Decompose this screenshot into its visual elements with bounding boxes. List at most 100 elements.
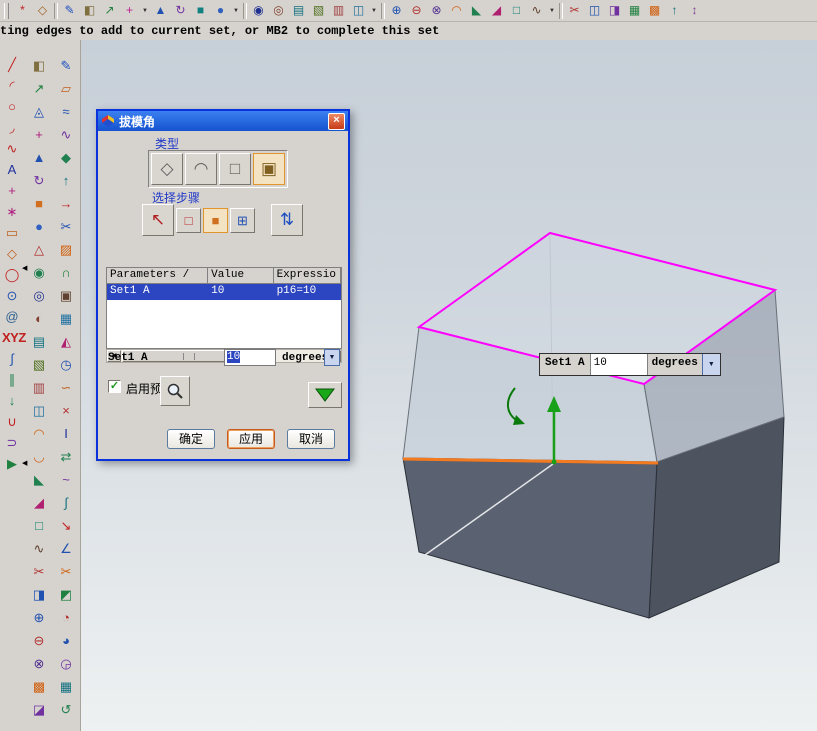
- curvature-icon[interactable]: ◕: [56, 629, 76, 652]
- datum-plane-icon[interactable]: ◧: [29, 54, 49, 77]
- match-edge-icon[interactable]: ⇄: [56, 445, 76, 468]
- offset-surface-icon[interactable]: ↑: [56, 169, 76, 192]
- extrude-icon[interactable]: ▲: [29, 146, 49, 169]
- trim-icon[interactable]: ✂: [29, 560, 49, 583]
- toolbar-collapse-icon[interactable]: ◀: [22, 460, 27, 467]
- datum-plane-icon[interactable]: ◧: [81, 2, 98, 19]
- sew-icon[interactable]: ▩: [29, 675, 49, 698]
- thicken-icon[interactable]: ▣: [56, 284, 76, 307]
- intersect-icon[interactable]: ⊗: [29, 652, 49, 675]
- instance-array-icon[interactable]: ▦: [626, 2, 643, 19]
- pocket-icon[interactable]: ▤: [29, 330, 49, 353]
- dropdown-arrow-icon[interactable]: ▼: [370, 8, 378, 14]
- fair-surface-icon[interactable]: ∫: [56, 491, 76, 514]
- refresh-icon[interactable]: ↺: [56, 698, 76, 721]
- point-set-icon[interactable]: ∗: [2, 201, 22, 222]
- dialog-titlebar[interactable]: 拔模角 ×: [98, 111, 348, 131]
- trim-body-icon[interactable]: ✂: [566, 2, 583, 19]
- pocket-icon[interactable]: ▤: [290, 2, 307, 19]
- face-blend-icon[interactable]: ◡: [29, 445, 49, 468]
- bridge-surface-icon[interactable]: ∩: [56, 261, 76, 284]
- chamfer-icon[interactable]: ◣: [29, 468, 49, 491]
- toolbar-collapse-icon[interactable]: ◀: [22, 265, 27, 272]
- block-icon[interactable]: ■: [192, 2, 209, 19]
- unite-icon[interactable]: ⊕: [388, 2, 405, 19]
- wrap-icon[interactable]: ◷: [56, 353, 76, 376]
- cancel-button[interactable]: 取消: [287, 429, 335, 449]
- point-feature-icon[interactable]: +: [29, 123, 49, 146]
- through-curves-icon[interactable]: ≈: [56, 100, 76, 123]
- revolve-icon[interactable]: ↻: [29, 169, 49, 192]
- onscreen-angle-input[interactable]: 10: [590, 354, 648, 375]
- datum-csys-icon[interactable]: ◬: [29, 100, 49, 123]
- ellipse-icon[interactable]: ◯: [2, 264, 22, 285]
- shell-icon[interactable]: □: [29, 514, 49, 537]
- dropdown-arrow-icon[interactable]: ▼: [141, 8, 149, 14]
- csys-icon[interactable]: XYZ: [2, 327, 26, 348]
- toolbar-grip[interactable]: [4, 2, 9, 19]
- draft-to-parting-edge-icon[interactable]: ▣: [253, 153, 285, 185]
- block-icon[interactable]: ■: [29, 192, 49, 215]
- draft-icon[interactable]: ◢: [29, 491, 49, 514]
- parameters-table[interactable]: Parameters / Value Expressio Set1 A 10 p…: [106, 267, 342, 349]
- cylinder-icon[interactable]: ●: [212, 2, 229, 19]
- pad-icon[interactable]: ▧: [310, 2, 327, 19]
- sphere-icon[interactable]: ◉: [29, 261, 49, 284]
- subtract-icon[interactable]: ⊖: [408, 2, 425, 19]
- grid-analysis-icon[interactable]: ▦: [56, 675, 76, 698]
- datum-axis-icon[interactable]: ↗: [101, 2, 118, 19]
- column-header-expression[interactable]: Expressio: [273, 268, 341, 284]
- cylinder-icon[interactable]: ●: [29, 215, 49, 238]
- groove-icon[interactable]: ◫: [350, 2, 367, 19]
- ruled-icon[interactable]: ▱: [56, 77, 76, 100]
- direction-icon[interactable]: ▶: [2, 453, 22, 474]
- edge-blend-icon[interactable]: ◠: [448, 2, 465, 19]
- intersect-icon[interactable]: ⊗: [428, 2, 445, 19]
- thread-icon[interactable]: ∿: [29, 537, 49, 560]
- preview-checkbox[interactable]: ✓: [108, 380, 121, 393]
- sketch-tool-icon[interactable]: ✎: [56, 54, 76, 77]
- extrude-icon[interactable]: ▲: [152, 2, 169, 19]
- flip-draft-direction-icon[interactable]: ⇅: [271, 204, 303, 236]
- revolve-icon[interactable]: ↻: [172, 2, 189, 19]
- scale-body-icon[interactable]: ↕: [686, 2, 703, 19]
- thread-icon[interactable]: ∿: [528, 2, 545, 19]
- arc-icon[interactable]: ◜: [2, 75, 22, 96]
- bridge-curve-icon[interactable]: ∪: [2, 411, 22, 432]
- pad-icon[interactable]: ▧: [29, 353, 49, 376]
- groove-icon[interactable]: ◫: [29, 399, 49, 422]
- chamfer-icon[interactable]: ◣: [468, 2, 485, 19]
- confirm-arrow-button[interactable]: [308, 382, 342, 408]
- quilt-icon[interactable]: ▦: [56, 307, 76, 330]
- dropdown-arrow-icon[interactable]: ▼: [548, 8, 556, 14]
- unite-icon[interactable]: ⊕: [29, 606, 49, 629]
- preview-button[interactable]: [160, 376, 190, 406]
- x-form-icon[interactable]: ×: [56, 399, 76, 422]
- ok-button[interactable]: 确定: [167, 429, 215, 449]
- sew-icon[interactable]: ▩: [646, 2, 663, 19]
- swept-icon[interactable]: ∿: [56, 123, 76, 146]
- snip-surface-icon[interactable]: ✂: [56, 560, 76, 583]
- enlarge-icon[interactable]: ↘: [56, 514, 76, 537]
- law-extension-icon[interactable]: ∠: [56, 537, 76, 560]
- point-icon[interactable]: +: [2, 180, 22, 201]
- join-curve-icon[interactable]: ⊃: [2, 432, 22, 453]
- angle-input[interactable]: 10: [224, 349, 276, 366]
- draft-tangent-to-faces-icon[interactable]: □: [219, 153, 251, 185]
- split-icon[interactable]: ◨: [29, 583, 49, 606]
- add-new-set-icon[interactable]: ⊞: [230, 208, 255, 233]
- trim-sheet-icon[interactable]: ✂: [56, 215, 76, 238]
- onscreen-angle-spinner[interactable]: ▼: [701, 354, 720, 375]
- boss-icon[interactable]: ◎: [270, 2, 287, 19]
- draft-from-edges-icon[interactable]: ◠: [185, 153, 217, 185]
- column-header-parameters[interactable]: Parameters /: [107, 268, 209, 284]
- offset-curve-icon[interactable]: ∥: [2, 369, 22, 390]
- cone-icon[interactable]: △: [29, 238, 49, 261]
- sketch-icon[interactable]: ✎: [61, 2, 78, 19]
- smooth-pole-icon[interactable]: ~: [56, 468, 76, 491]
- dropdown-arrow-icon[interactable]: ▼: [232, 8, 240, 14]
- extension-icon[interactable]: →: [56, 192, 76, 215]
- work-plane-icon[interactable]: ◇: [34, 2, 51, 19]
- apply-button[interactable]: 应用: [227, 429, 275, 449]
- fillet-curve-icon[interactable]: ◞: [2, 117, 22, 138]
